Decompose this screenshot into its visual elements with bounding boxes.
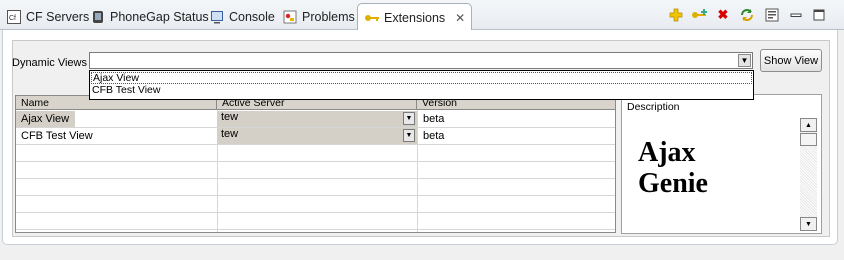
table-row-empty — [16, 162, 615, 179]
tab-label: Console — [229, 10, 275, 24]
description-body: Ajax Genie — [638, 137, 708, 199]
scroll-up-icon[interactable]: ▲ — [800, 118, 817, 132]
refresh-icon[interactable] — [739, 7, 755, 23]
table-row-empty — [16, 145, 615, 162]
console-icon — [209, 9, 225, 25]
dynamic-views-label: Dynamic Views — [12, 57, 87, 69]
description-line-2: Genie — [638, 168, 708, 199]
dynamic-views-dropdown: Ajax View CFB Test View — [89, 70, 754, 100]
active-server-value: tew — [221, 111, 239, 123]
cell-name[interactable]: Ajax View — [16, 111, 75, 127]
dropdown-option-cfb-test-view[interactable]: CFB Test View — [90, 84, 753, 97]
tab-console[interactable]: Console — [209, 4, 275, 30]
phonegap-icon — [90, 9, 106, 25]
chevron-down-icon[interactable]: ▼ — [738, 54, 751, 67]
extensions-table: Name Active Server Version Ajax View tew… — [15, 95, 616, 233]
tab-label: Problems — [302, 10, 355, 24]
cell-name[interactable]: CFB Test View — [16, 128, 216, 144]
table-row[interactable]: Ajax View tew ▼ beta — [16, 111, 615, 128]
active-server-select[interactable]: tew ▼ — [217, 128, 417, 144]
tab-label: CF Servers — [26, 10, 90, 24]
description-pane: Description Ajax Genie ▲ ▼ — [621, 94, 822, 234]
table-row[interactable]: CFB Test View tew ▼ beta — [16, 128, 615, 145]
problems-icon — [282, 9, 298, 25]
active-server-value: tew — [221, 128, 239, 140]
active-server-select[interactable]: tew ▼ — [217, 111, 417, 127]
key-icon — [364, 10, 380, 26]
tab-extensions[interactable]: Extensions ✕ — [357, 3, 473, 31]
dynamic-views-select[interactable]: ▼ — [89, 52, 753, 69]
close-icon[interactable]: ✕ — [455, 11, 465, 25]
description-line-1: Ajax — [638, 137, 696, 168]
cell-version: beta — [423, 113, 445, 125]
view-tab-bar: Cf CF Servers PhoneGap Status Console Pr… — [0, 0, 844, 31]
table-row-empty — [16, 179, 615, 196]
key-add-icon[interactable] — [691, 7, 707, 23]
delete-icon[interactable]: ✖ — [715, 7, 731, 23]
maximize-icon[interactable] — [811, 7, 827, 23]
chevron-down-icon[interactable]: ▼ — [403, 129, 415, 142]
tab-phonegap-status[interactable]: PhoneGap Status — [90, 4, 209, 30]
dropdown-option-ajax-view[interactable]: Ajax View — [91, 72, 752, 84]
tab-cf-servers[interactable]: Cf CF Servers — [6, 4, 89, 30]
properties-icon[interactable] — [764, 7, 780, 23]
table-row-empty — [16, 213, 615, 230]
show-view-button[interactable]: Show View — [760, 49, 822, 72]
scroll-down-icon[interactable]: ▼ — [800, 217, 817, 231]
scroll-thumb[interactable] — [800, 133, 817, 146]
cf-servers-icon: Cf — [6, 9, 22, 25]
minimize-icon[interactable] — [788, 7, 804, 23]
tab-label: Extensions — [384, 10, 446, 25]
svg-text:Cf: Cf — [9, 15, 16, 22]
tab-problems[interactable]: Problems — [282, 4, 355, 30]
chevron-down-icon[interactable]: ▼ — [403, 112, 415, 125]
table-row-empty — [16, 196, 615, 213]
tab-label: PhoneGap Status — [110, 10, 209, 24]
description-scrollbar[interactable]: ▲ ▼ — [800, 118, 817, 231]
add-icon[interactable] — [668, 7, 684, 23]
description-title: Description — [627, 101, 680, 113]
cell-version: beta — [423, 130, 445, 142]
